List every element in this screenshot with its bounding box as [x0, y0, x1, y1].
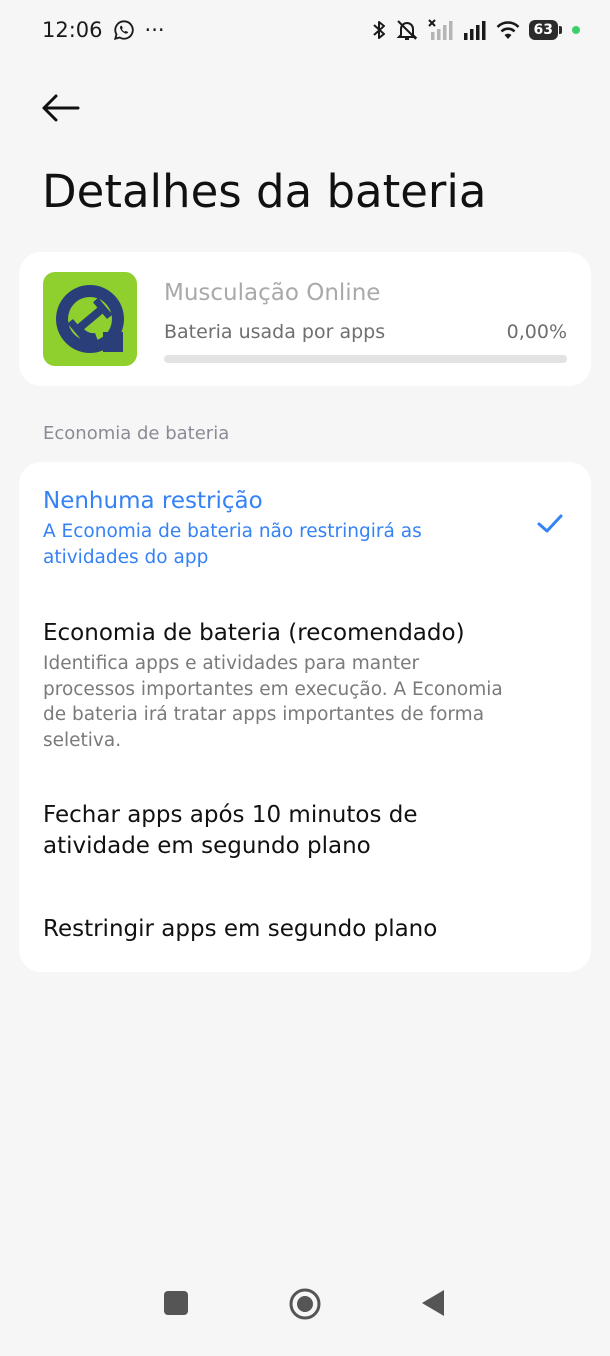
wifi-icon [496, 21, 519, 39]
battery-usage-bar [164, 355, 567, 363]
notifications-muted-icon [396, 20, 417, 40]
battery-usage-value: 0,00% [506, 321, 567, 343]
recent-apps-button[interactable] [163, 1290, 189, 1316]
more-notifications-indicator: ··· [144, 18, 165, 42]
bluetooth-icon [372, 21, 385, 39]
battery-indicator: 63 [528, 20, 563, 40]
app-icon [43, 272, 137, 366]
app-usage-card: Musculação Online Bateria usada por apps… [19, 252, 591, 386]
home-button[interactable] [288, 1287, 322, 1321]
signal-icon [463, 21, 486, 40]
option-no-restriction[interactable]: Nenhuma restrição A Economia de bateria … [43, 486, 567, 570]
back-arrow-icon [42, 94, 80, 122]
option-title: Nenhuma restrição [43, 488, 263, 514]
option-title: Restringir apps em segundo plano [43, 916, 438, 942]
check-icon [537, 514, 563, 533]
back-button[interactable] [38, 88, 86, 128]
option-description: Identifica apps e atividades para manter… [43, 653, 503, 751]
battery-usage-label: Bateria usada por apps [164, 321, 386, 343]
option-title: Economia de bateria (recomendado) [43, 620, 465, 646]
option-title: Fechar apps após 10 minutos de atividade… [43, 802, 418, 859]
option-close-apps-after-10-minutes[interactable]: Fechar apps após 10 minutos de atividade… [43, 800, 463, 862]
privacy-indicator-dot [572, 26, 580, 34]
option-description: A Economia de bateria não restringirá as… [43, 521, 422, 568]
app-name: Musculação Online [164, 280, 381, 306]
whatsapp-icon [113, 20, 134, 41]
clock: 12:06 [42, 18, 103, 42]
page-title: Detalhes da bateria [42, 165, 487, 218]
back-nav-button[interactable] [420, 1288, 446, 1318]
battery-options-card: Nenhuma restrição A Economia de bateria … [19, 462, 591, 972]
option-restrict-background-apps[interactable]: Restringir apps em segundo plano [43, 914, 567, 945]
status-bar: 12:06 ··· 63 [0, 0, 610, 60]
option-battery-saver-recommended[interactable]: Economia de bateria (recomendado) Identi… [43, 618, 567, 753]
section-label: Economia de bateria [43, 423, 230, 444]
no-signal-icon [427, 19, 453, 40]
navigation-bar [0, 1266, 610, 1356]
